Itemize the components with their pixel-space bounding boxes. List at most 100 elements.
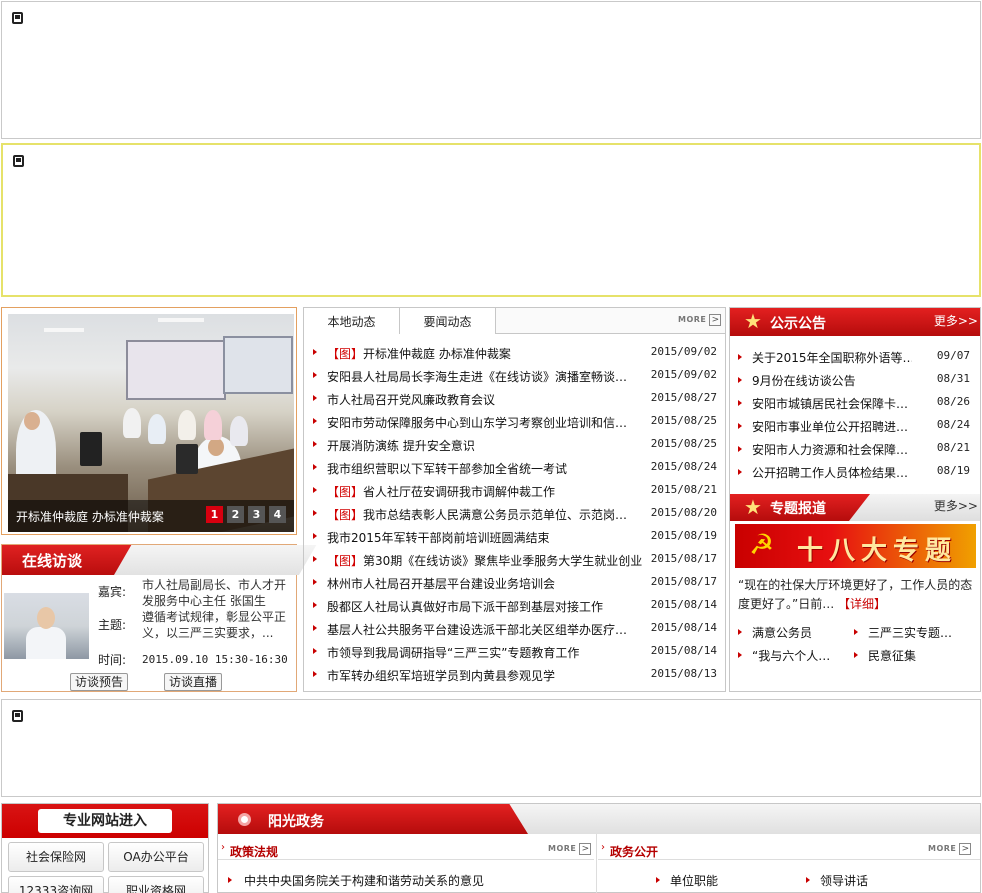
tab-important-news[interactable]: 要闻动态	[400, 308, 496, 334]
special-link-4[interactable]: 民意征集	[868, 647, 916, 664]
news-item[interactable]: 我市2015年军转干部岗前培训班圆满结束 2015/08/19	[304, 524, 725, 547]
news-item[interactable]: 开展消防演练 提升安全意识 2015/08/25	[304, 432, 725, 455]
notice-item[interactable]: 安阳市城镇居民社会保障卡… 08/26	[730, 390, 980, 413]
notice-more-link[interactable]: 更多>>	[934, 312, 978, 329]
news-item[interactable]: 市领导到我局调研指导“三严三实”专题教育工作 2015/08/14	[304, 639, 725, 662]
news-item[interactable]: 【图】开标准仲裁庭 办标准仲裁案 2015/09/02	[304, 340, 725, 363]
qualification-site-button[interactable]: 职业资格网	[108, 876, 204, 893]
detail-link[interactable]: 【详细】	[838, 597, 886, 611]
notice-title-text[interactable]: 安阳市城镇居民社会保障卡…	[752, 395, 912, 412]
notice-date: 08/21	[936, 441, 970, 454]
news-title[interactable]: 市人社局召开党风廉政教育会议	[327, 391, 652, 408]
policy-more-button[interactable]: MORE >	[548, 842, 594, 855]
slide-caption[interactable]: 开标准仲裁庭 办标准仲裁案	[16, 508, 164, 525]
slide-page-3[interactable]: 3	[248, 506, 265, 523]
bullet-icon	[313, 349, 317, 355]
slide-page-2[interactable]: 2	[227, 506, 244, 523]
open-link-functions[interactable]: 单位职能	[670, 872, 718, 889]
bullet-icon	[313, 418, 317, 424]
news-item[interactable]: 【图】省人社厅莅安调研我市调解仲裁工作 2015/08/21	[304, 478, 725, 501]
notice-item[interactable]: 安阳市人力资源和社会保障… 08/21	[730, 436, 980, 459]
notice-item[interactable]: 公开招聘工作人员体检结果… 08/19	[730, 459, 980, 482]
news-title[interactable]: 安阳县人社局局长李海生走进《在线访谈》演播室畅谈…	[327, 368, 652, 385]
notice-item[interactable]: 9月份在线访谈公告 08/31	[730, 367, 980, 390]
slide-page-1[interactable]: 1	[206, 506, 223, 523]
notice-panel: ★ 公示公告 更多>> 关于2015年全国职称外语等… 09/07 9月份在线访谈公…	[729, 307, 981, 692]
bullet-icon	[656, 877, 660, 883]
star-icon: ★	[744, 309, 762, 333]
news-title[interactable]: 【图】省人社厅莅安调研我市调解仲裁工作	[327, 483, 652, 500]
news-title[interactable]: 我市2015年军转干部岗前培训班圆满结束	[327, 529, 652, 546]
news-title[interactable]: 【图】开标准仲裁庭 办标准仲裁案	[327, 345, 652, 362]
bullet-icon	[738, 469, 742, 475]
news-title[interactable]: 我市组织营职以下军转干部参加全省统一考试	[327, 460, 652, 477]
notice-item[interactable]: 关于2015年全国职称外语等… 09/07	[730, 344, 980, 367]
topic-label: 主题:	[98, 618, 127, 632]
notice-title-text[interactable]: 关于2015年全国职称外语等…	[752, 349, 912, 366]
news-title[interactable]: 市军转办组织军培班学员到内黄县参观见学	[327, 667, 652, 684]
news-date: 2015/08/20	[650, 506, 717, 519]
news-item[interactable]: 安阳市劳动保障服务中心到山东学习考察创业培训和信… 2015/08/25	[304, 409, 725, 432]
news-title[interactable]: 安阳市劳动保障服务中心到山东学习考察创业培训和信…	[327, 414, 652, 431]
open-affairs-title[interactable]: 政务公开	[610, 843, 658, 860]
bullet-icon	[738, 354, 742, 360]
tab-local-news[interactable]: 本地动态	[304, 308, 400, 334]
guest-photo[interactable]	[4, 593, 89, 659]
policy-item[interactable]: 中共中央国务院关于构建和谐劳动关系的意见	[244, 872, 484, 889]
policy-title[interactable]: 政策法规	[230, 843, 278, 860]
hotline-site-button[interactable]: 12333咨询网	[8, 876, 104, 893]
circle-icon	[238, 813, 251, 826]
news-title[interactable]: 市领导到我局调研指导“三严三实”专题教育工作	[327, 644, 652, 661]
news-title[interactable]: 【图】第30期《在线访谈》聚焦毕业季服务大学生就业创业	[327, 552, 652, 569]
news-item[interactable]: 【图】第30期《在线访谈》聚焦毕业季服务大学生就业创业 2015/08/17	[304, 547, 725, 570]
photo-slideshow[interactable]: 开标准仲裁庭 办标准仲裁案 1 2 3 4	[1, 307, 297, 535]
interview-live-button[interactable]: 访谈直播	[164, 673, 223, 691]
notice-title-text[interactable]: 安阳市人力资源和社会保障…	[752, 441, 912, 458]
open-affairs-more-button[interactable]: MORE >	[928, 842, 974, 855]
notice-date: 08/26	[936, 395, 970, 408]
news-title[interactable]: 开展消防演练 提升安全意识	[327, 437, 652, 454]
news-title[interactable]: 林州市人社局召开基层平台建设业务培训会	[327, 575, 652, 592]
news-date: 2015/08/14	[650, 644, 717, 657]
news-item[interactable]: 殷都区人社局认真做好市局下派干部到基层对接工作 2015/08/14	[304, 593, 725, 616]
special-link-2[interactable]: 三严三实专题…	[868, 624, 952, 641]
news-item[interactable]: 基层人社公共服务平台建设选派干部北关区组举办医疗… 2015/08/14	[304, 616, 725, 639]
oa-platform-button[interactable]: OA办公平台	[108, 842, 204, 872]
news-list: 【图】开标准仲裁庭 办标准仲裁案 2015/09/02 安阳县人社局局长李海生走进《…	[304, 340, 725, 685]
bullet-icon	[313, 533, 317, 539]
notice-title-text[interactable]: 安阳市事业单位公开招聘进…	[752, 418, 912, 435]
news-date: 2015/08/21	[650, 483, 717, 496]
guest-label: 嘉宾:	[98, 585, 127, 599]
news-photo-tag: 【图】	[327, 508, 364, 522]
time-text: 2015.09.10 15:30-16:30	[142, 653, 288, 666]
news-item[interactable]: 市人社局召开党风廉政教育会议 2015/08/27	[304, 386, 725, 409]
news-title[interactable]: 殷都区人社局认真做好市局下派干部到基层对接工作	[327, 598, 652, 615]
interview-title[interactable]: 在线访谈	[22, 550, 82, 571]
news-date: 2015/08/19	[650, 529, 717, 542]
more-arrow-icon: >	[959, 842, 972, 855]
notice-title-text[interactable]: 9月份在线访谈公告	[752, 372, 912, 389]
social-insurance-site-button[interactable]: 社会保险网	[8, 842, 104, 872]
news-item[interactable]: 林州市人社局召开基层平台建设业务培训会 2015/08/17	[304, 570, 725, 593]
news-item[interactable]: 安阳县人社局局长李海生走进《在线访谈》演播室畅谈… 2015/09/02	[304, 363, 725, 386]
news-item[interactable]: 市军转办组织军培班学员到内黄县参观见学 2015/08/13	[304, 662, 725, 685]
bullet-icon	[313, 671, 317, 677]
news-more-button[interactable]: MORE >	[678, 313, 724, 326]
special-link-1[interactable]: 满意公务员	[752, 624, 812, 641]
special-link-3[interactable]: “我与六个人…	[752, 647, 830, 664]
bullet-icon	[313, 625, 317, 631]
notice-item[interactable]: 安阳市事业单位公开招聘进… 08/24	[730, 413, 980, 436]
special-banner[interactable]: ☭ 十八大专题	[735, 524, 976, 568]
slide-page-4[interactable]: 4	[269, 506, 286, 523]
news-photo-tag: 【图】	[327, 485, 364, 499]
notice-title-text[interactable]: 公开招聘工作人员体检结果…	[752, 464, 912, 481]
special-more-link[interactable]: 更多>>	[934, 497, 978, 514]
news-tabs: 本地动态 要闻动态 MORE >	[304, 308, 725, 334]
news-item[interactable]: 【图】我市总结表彰人民满意公务员示范单位、示范岗… 2015/08/20	[304, 501, 725, 524]
open-link-speeches[interactable]: 领导讲话	[820, 872, 868, 889]
news-title[interactable]: 基层人社公共服务平台建设选派干部北关区组举办医疗…	[327, 621, 652, 638]
interview-preview-button[interactable]: 访谈预告	[70, 673, 129, 691]
news-date: 2015/08/25	[650, 437, 717, 450]
news-title[interactable]: 【图】我市总结表彰人民满意公务员示范单位、示范岗…	[327, 506, 652, 523]
news-item[interactable]: 我市组织营职以下军转干部参加全省统一考试 2015/08/24	[304, 455, 725, 478]
